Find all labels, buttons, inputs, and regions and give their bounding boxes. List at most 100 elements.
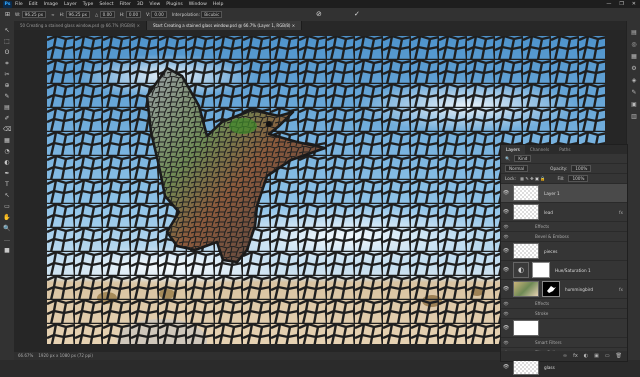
layer-row[interactable]: 👁 hummingbird fx — [501, 280, 627, 299]
tab-channels[interactable]: Channels — [525, 145, 554, 154]
layer-thumbnail[interactable] — [513, 185, 539, 201]
layer-effect-row[interactable]: 👁 Effects — [501, 222, 627, 232]
object-select-tool-icon[interactable]: ⌗ — [3, 60, 11, 68]
layer-name[interactable]: Layer 1 — [544, 191, 560, 196]
visibility-eye-icon[interactable]: 👁 — [501, 309, 511, 318]
visibility-eye-icon[interactable]: 👁 — [501, 209, 511, 215]
swatches-panel-icon[interactable]: ▦ — [630, 53, 638, 61]
tab-paths[interactable]: Paths — [554, 145, 575, 154]
menu-help[interactable]: Help — [213, 2, 223, 7]
layer-fx-icon[interactable]: fx — [619, 287, 623, 292]
layer-name[interactable]: pieces — [544, 249, 557, 254]
layer-thumbnail[interactable] — [513, 204, 539, 220]
blur-tool-icon[interactable]: ✒ — [3, 170, 11, 178]
pen-tool-icon[interactable]: ↖ — [3, 192, 11, 200]
menu-3d[interactable]: 3D — [137, 2, 143, 7]
kind-select[interactable]: Kind — [514, 155, 532, 162]
layer-effect-row[interactable]: 👁 Smart Filters — [501, 338, 627, 348]
menu-select[interactable]: Select — [99, 2, 113, 7]
menu-filter[interactable]: Filter — [120, 2, 131, 7]
frame-tool-icon[interactable]: ⊕ — [3, 82, 11, 90]
interpolation-select[interactable]: Bicubic — [201, 11, 223, 18]
menu-view[interactable]: View — [149, 2, 160, 7]
minimize-icon[interactable]: — — [606, 0, 611, 8]
layer-row[interactable]: 👁 Layer 1 — [501, 184, 627, 203]
clone-tool-icon[interactable]: ⌫ — [3, 126, 11, 134]
crop-tool-icon[interactable]: ✂ — [3, 71, 11, 79]
visibility-eye-icon[interactable]: 👁 — [501, 338, 511, 347]
layer-mask-thumbnail[interactable] — [532, 262, 550, 278]
history-tool-icon[interactable]: ▦ — [3, 137, 11, 145]
layer-thumbnail[interactable] — [513, 281, 539, 297]
libraries-panel-icon[interactable]: ▣ — [630, 101, 638, 109]
type-tool-icon[interactable]: ▭ — [3, 203, 11, 211]
layer-thumbnail[interactable]: ◐ — [513, 262, 529, 278]
layer-name[interactable]: lead — [544, 210, 553, 215]
visibility-eye-icon[interactable]: 👁 — [501, 248, 511, 254]
zoom-tool-icon[interactable]: ■ — [3, 247, 11, 255]
tab-layers[interactable]: Layers — [501, 145, 525, 154]
blend-mode-select[interactable]: Normal — [505, 165, 529, 172]
path-select-tool-icon[interactable]: ✋ — [3, 214, 11, 222]
brush-tool-icon[interactable]: ✐ — [3, 115, 11, 123]
visibility-eye-icon[interactable]: 👁 — [501, 325, 511, 331]
zoom-level[interactable]: 66.67% — [18, 353, 33, 358]
skew-h-field[interactable]: 0.00 — [125, 11, 142, 18]
visibility-eye-icon[interactable]: 👁 — [501, 232, 511, 241]
eyedropper-tool-icon[interactable]: ✎ — [3, 93, 11, 101]
layer-effect-row[interactable]: 👁 Stroke — [501, 309, 627, 319]
marquee-tool-icon[interactable]: ⬚ — [3, 38, 11, 46]
layer-row[interactable]: 👁 pieces — [501, 242, 627, 261]
cancel-transform-icon[interactable]: ⊘ — [316, 10, 322, 18]
visibility-eye-icon[interactable]: 👁 — [501, 364, 511, 370]
shape-tool-icon[interactable]: 🔍 — [3, 225, 11, 233]
adjustments-panel-icon[interactable]: ◈ — [630, 77, 638, 85]
lasso-tool-icon[interactable]: ʘ — [3, 49, 11, 57]
menu-window[interactable]: Window — [189, 2, 207, 7]
tab-doc-1[interactable]: 50 Creating a stained glass window.psd @… — [14, 21, 147, 30]
layer-effect-row[interactable]: 👁 Effects — [501, 299, 627, 309]
angle-field[interactable]: 0.00 — [99, 11, 115, 18]
paragraph-panel-icon[interactable]: ▥ — [630, 113, 638, 121]
lock-icons[interactable]: ▦ ✎ ✥ ▣ 🔒 — [520, 176, 545, 182]
layer-name[interactable]: hummingbird — [565, 287, 593, 292]
link-icon[interactable]: ∞ — [51, 12, 55, 17]
tab-doc-2[interactable]: Start Creating a stained glass window.ps… — [146, 21, 303, 30]
eraser-tool-icon[interactable]: ◔ — [3, 148, 11, 156]
height-field[interactable]: 96.25 px — [65, 11, 91, 18]
brushes-panel-icon[interactable]: ✎ — [630, 89, 638, 97]
gradient-tool-icon[interactable]: ◐ — [3, 159, 11, 167]
visibility-eye-icon[interactable]: 👁 — [501, 267, 511, 273]
close-icon[interactable]: ✕ — [632, 0, 636, 8]
layer-thumbnail[interactable] — [513, 320, 539, 336]
visibility-eye-icon[interactable]: 👁 — [501, 190, 511, 196]
layer-mask-thumbnail[interactable] — [542, 281, 560, 297]
layer-thumbnail[interactable] — [513, 243, 539, 259]
transform-tool-icon[interactable]: ⊞ — [5, 11, 10, 18]
layer-name[interactable]: Hue/Saturation 1 — [555, 268, 591, 273]
layer-effect-row[interactable]: 👁 Bevel & Emboss — [501, 232, 627, 242]
visibility-eye-icon[interactable]: 👁 — [501, 299, 511, 308]
menu-type[interactable]: Type — [83, 2, 94, 7]
properties-panel-icon[interactable]: ⚙ — [630, 65, 638, 73]
hand-tool-icon[interactable]: … — [3, 236, 11, 244]
menu-layer[interactable]: Layer — [64, 2, 77, 7]
commit-transform-icon[interactable]: ✓ — [354, 10, 360, 18]
layer-fx-icon[interactable]: fx — [619, 210, 623, 215]
opacity-field[interactable]: 100% — [571, 165, 592, 172]
menu-edit[interactable]: Edit — [29, 2, 38, 7]
menu-image[interactable]: Image — [44, 2, 58, 7]
photoshop-logo[interactable]: Ps — [3, 0, 12, 8]
layer-row[interactable]: 👁 lead fx — [501, 203, 627, 222]
menu-file[interactable]: File — [15, 2, 23, 7]
history-panel-icon[interactable]: ▤ — [630, 29, 638, 37]
visibility-eye-icon[interactable]: 👁 — [501, 286, 511, 292]
visibility-eye-icon[interactable]: 👁 — [501, 222, 511, 231]
width-field[interactable]: 96.25 px — [21, 11, 47, 18]
fill-field[interactable]: 100% — [568, 175, 589, 182]
layer-row[interactable]: 👁 ◐ Hue/Saturation 1 — [501, 261, 627, 280]
maximize-icon[interactable]: ❐ — [619, 0, 623, 8]
move-tool-icon[interactable]: ↖ — [3, 27, 11, 35]
skew-v-field[interactable]: 0.00 — [151, 11, 167, 18]
menu-plugins[interactable]: Plugins — [166, 2, 182, 7]
